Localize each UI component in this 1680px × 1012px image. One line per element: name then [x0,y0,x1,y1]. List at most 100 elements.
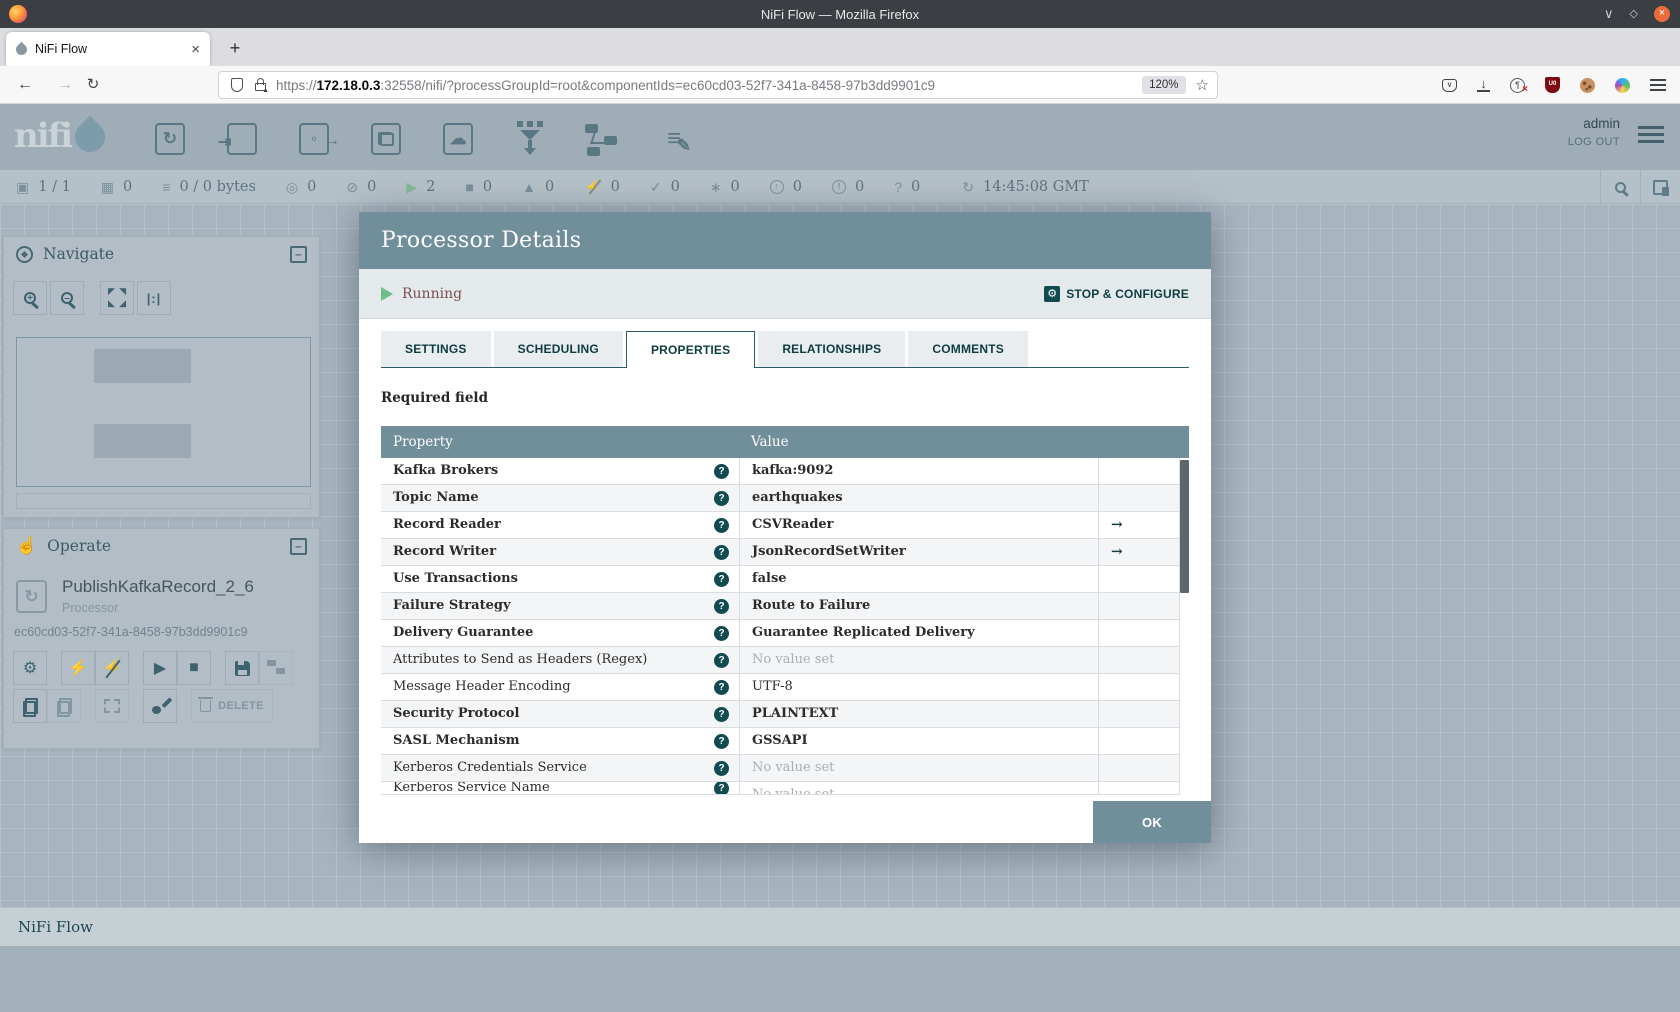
property-name: Topic Name [393,490,479,505]
scrollbar-thumb[interactable] [1179,460,1189,593]
help-icon[interactable]: ? [714,760,729,776]
funnel-tool-icon[interactable] [508,119,552,159]
stop-button[interactable]: ■ [177,651,211,685]
table-scrollbar[interactable] [1179,458,1189,795]
extension-blocked-icon[interactable]: ¶ [1510,77,1528,96]
browser-tab-title: NiFi Flow [35,42,88,56]
browser-tab[interactable]: NiFi Flow × [6,32,210,66]
zoom-out-button[interactable]: – [50,281,84,315]
tab-relationships[interactable]: RELATIONSHIPS [758,331,906,367]
tab-scheduling[interactable]: SCHEDULING [493,331,623,367]
group-button[interactable] [95,689,129,723]
table-row: Kafka Brokers ? kafka:9092 → [381,458,1189,485]
current-user: admin [1583,116,1620,131]
operate-collapse-button[interactable]: – [290,537,307,555]
nifi-global-menu-icon[interactable] [1638,126,1664,144]
window-maximize-button[interactable]: ◇ [1630,6,1638,22]
nifi-statusbar: ▣ 1 / 1 ▦ 0 ≡ 0 / 0 bytes ◎ 0 ⊘ 0 ▶ 2 ■ … [0,170,1680,204]
url-bar[interactable]: https://172.18.0.3:32558/nifi/?processGr… [218,71,1218,99]
zoom-level-badge[interactable]: 120% [1142,76,1186,94]
value-column-header: Value [751,434,789,450]
help-icon[interactable]: ? [714,679,729,695]
breadcrumb[interactable]: NiFi Flow [18,918,93,936]
logout-link[interactable]: LOG OUT [1568,136,1620,148]
table-row: Delivery Guarantee ? Guarantee Replicate… [381,620,1189,647]
create-template-button[interactable] [225,651,259,685]
help-icon[interactable]: ? [714,517,729,533]
help-icon[interactable]: ? [714,733,729,749]
delete-button[interactable]: DELETE [191,689,273,723]
input-port-tool-icon[interactable]: ⇥ [218,119,264,159]
help-icon[interactable]: ? [714,598,729,614]
tab-properties[interactable]: PROPERTIES [625,331,756,368]
reload-button[interactable]: ↻ [80,72,106,98]
help-icon[interactable]: ? [714,782,729,794]
birdseye-toggle-button[interactable] [1640,170,1680,204]
stop-and-configure-button[interactable]: ⚙ STOP & CONFIGURE [1044,285,1189,302]
help-icon[interactable]: ? [714,544,729,560]
help-icon[interactable]: ? [714,652,729,668]
tab-close-icon[interactable]: × [191,41,200,58]
go-to-service-icon[interactable]: → [1111,517,1123,533]
statusbar-refresh[interactable]: ↻ 14:45:08 GMT [962,179,1089,195]
properties-table-header: Property Value [381,426,1189,458]
window-minimize-button[interactable]: ∨ [1604,6,1614,22]
statusbar-cluster: ▣ 1 / 1 [16,178,71,195]
go-to-service-icon[interactable]: → [1111,544,1123,560]
back-button[interactable]: ← [12,72,38,98]
tracking-protection-shield-icon[interactable] [231,78,243,92]
help-icon[interactable]: ? [714,463,729,479]
browser-navbar: ← → ↻ https://172.18.0.3:32558/nifi/?pro… [0,66,1680,104]
birdseye-minimap[interactable] [16,337,311,487]
lock-warning-icon[interactable] [255,77,269,94]
help-icon[interactable]: ? [714,490,729,506]
help-icon[interactable]: ? [714,706,729,722]
bookmark-star-icon[interactable]: ☆ [1196,76,1209,94]
pocket-icon[interactable]: ∨ [1442,78,1457,92]
zoom-fit-button[interactable] [100,281,134,315]
ublock-origin-icon[interactable]: U0 [1545,77,1560,93]
color-button[interactable] [143,689,177,723]
paste-button[interactable] [47,689,81,723]
help-icon[interactable]: ? [714,571,729,587]
forward-button[interactable]: → [52,72,78,98]
nifi-header: nifi ↻ ⇥ ◦ → ☁ ≡ ✎ admin LOG OUT [0,104,1680,170]
new-tab-button[interactable]: + [222,36,248,62]
start-button[interactable]: ▶ [143,651,177,685]
zoom-in-button[interactable]: + [13,281,47,315]
cookie-extension-icon[interactable] [1580,77,1595,93]
window-close-button[interactable]: × [1654,6,1670,22]
enable-button[interactable]: ⚡ [61,651,95,685]
search-button[interactable] [1600,170,1640,204]
statusbar-invalid: ▲ 0 [522,178,555,195]
help-icon[interactable]: ? [714,625,729,641]
minimap-processor [94,349,191,383]
tab-settings[interactable]: SETTINGS [381,331,491,367]
firefox-menu-icon[interactable] [1650,79,1666,91]
extension-icon[interactable] [1615,77,1630,93]
statusbar-active-threads: ▦ 0 [100,178,133,195]
move-to-parent-button[interactable] [259,651,293,685]
refresh-icon[interactable]: ↻ [962,180,974,194]
ok-button[interactable]: OK [1093,801,1211,843]
property-value: kafka:9092 [752,463,834,478]
tab-comments[interactable]: COMMENTS [908,331,1028,367]
processor-tool-icon[interactable]: ↻ [148,119,192,159]
template-tool-icon[interactable] [580,119,624,159]
copy-button[interactable] [13,689,47,723]
table-row: Topic Name ? earthquakes → [381,485,1189,512]
label-tool-icon[interactable]: ≡ ✎ [652,119,696,159]
zoom-actual-size-button[interactable]: |:| [137,281,171,315]
dialog-header: Processor Details [359,212,1211,269]
output-port-tool-icon[interactable]: ◦ → [292,119,340,159]
navigate-collapse-button[interactable]: – [290,245,307,263]
process-group-tool-icon[interactable] [364,119,408,159]
browser-tabbar: NiFi Flow × + [0,28,1680,66]
downloads-icon[interactable]: ↓ [1477,77,1490,92]
statusbar-up-to-date: ✓ 0 [649,178,680,195]
firefox-logo-icon [9,5,27,23]
selected-component-id: ec60cd03-52f7-341a-8458-97b3dd9901c9 [14,625,248,639]
configure-button[interactable]: ⚙ [13,651,47,685]
remote-process-group-tool-icon[interactable]: ☁ [436,119,480,159]
disable-button[interactable]: ⚡ [95,651,129,685]
